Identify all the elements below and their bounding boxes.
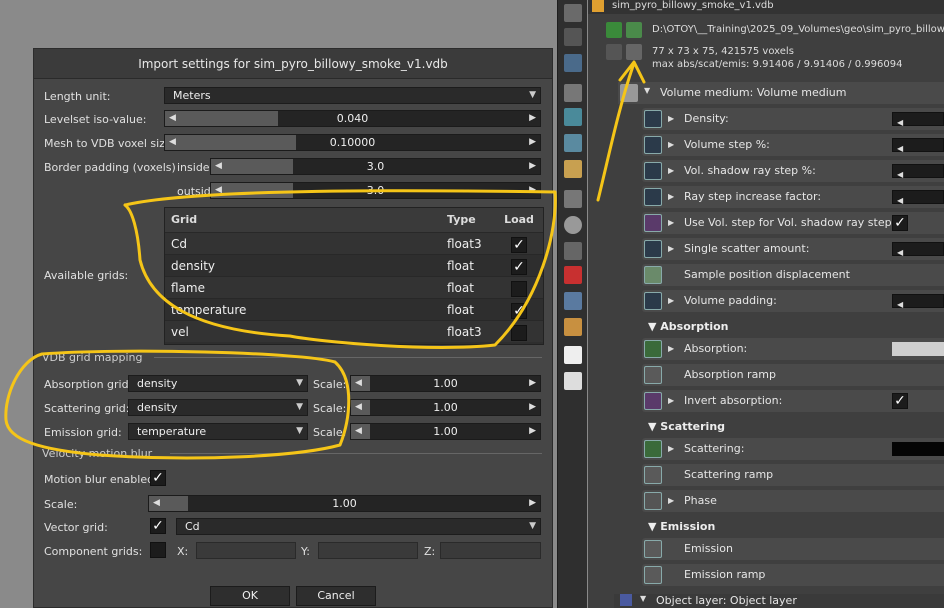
annotation-loop-grids xyxy=(123,189,557,349)
annotation-arrow-line xyxy=(596,64,635,202)
annotation-overlay xyxy=(4,60,646,460)
annotation-loop-mapping xyxy=(4,349,351,460)
